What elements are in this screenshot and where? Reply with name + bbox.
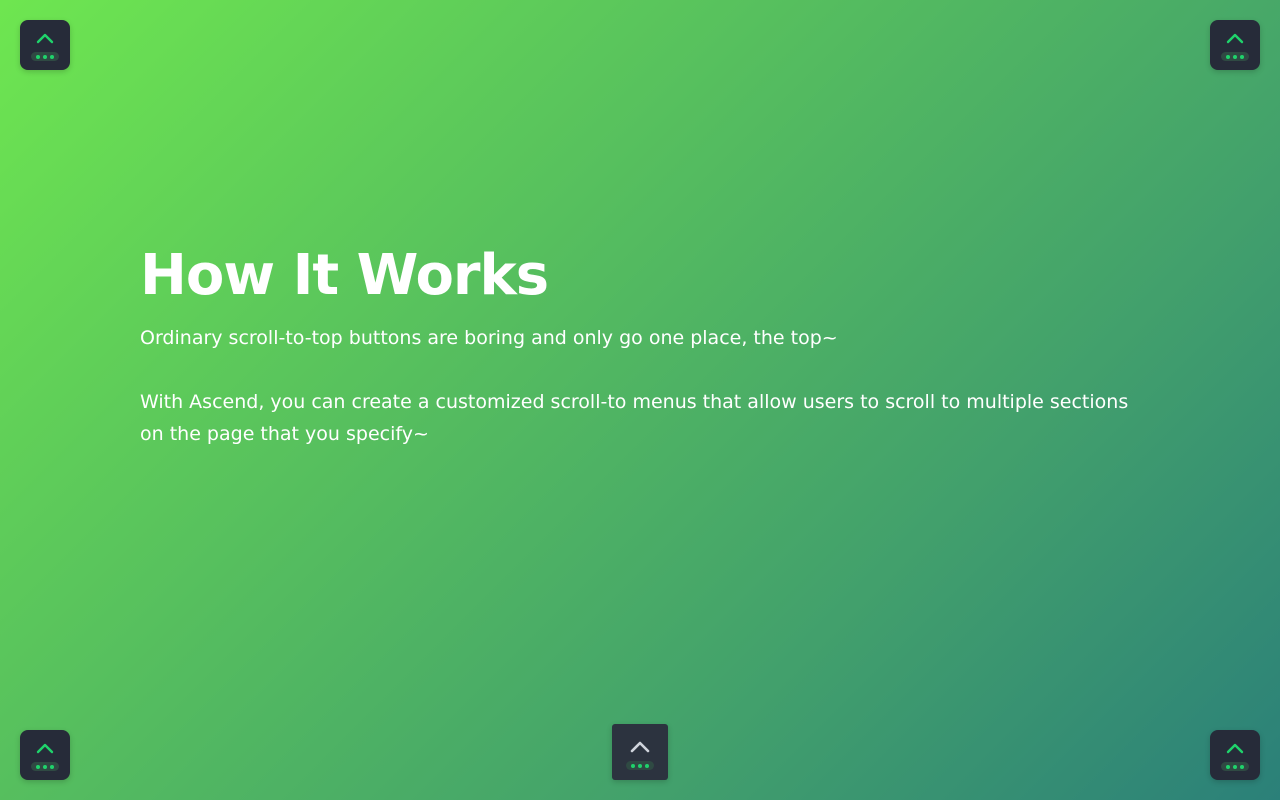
three-dots-icon xyxy=(1221,762,1249,771)
ascend-button-top-right[interactable] xyxy=(1210,20,1260,70)
chevron-up-icon xyxy=(1226,743,1244,754)
ascend-button-top-left[interactable] xyxy=(20,20,70,70)
ascend-button-bottom-left[interactable] xyxy=(20,730,70,780)
ascend-button-bottom-right[interactable] xyxy=(1210,730,1260,780)
ascend-button-bottom-center[interactable] xyxy=(612,724,668,780)
chevron-up-icon xyxy=(36,33,54,44)
three-dots-icon xyxy=(31,52,59,61)
chevron-up-icon xyxy=(36,743,54,754)
intro-paragraph: Ordinary scroll-to-top buttons are borin… xyxy=(140,327,838,349)
three-dots-icon xyxy=(626,761,654,770)
chevron-up-icon xyxy=(1226,33,1244,44)
how-it-works-section: How It Works Ordinary scroll-to-top butt… xyxy=(140,244,1140,450)
three-dots-icon xyxy=(1221,52,1249,61)
three-dots-icon xyxy=(31,762,59,771)
chevron-up-icon xyxy=(630,741,650,753)
ascend-description-paragraph: With Ascend, you can create a customized… xyxy=(140,391,1129,445)
section-title: How It Works xyxy=(140,243,549,308)
